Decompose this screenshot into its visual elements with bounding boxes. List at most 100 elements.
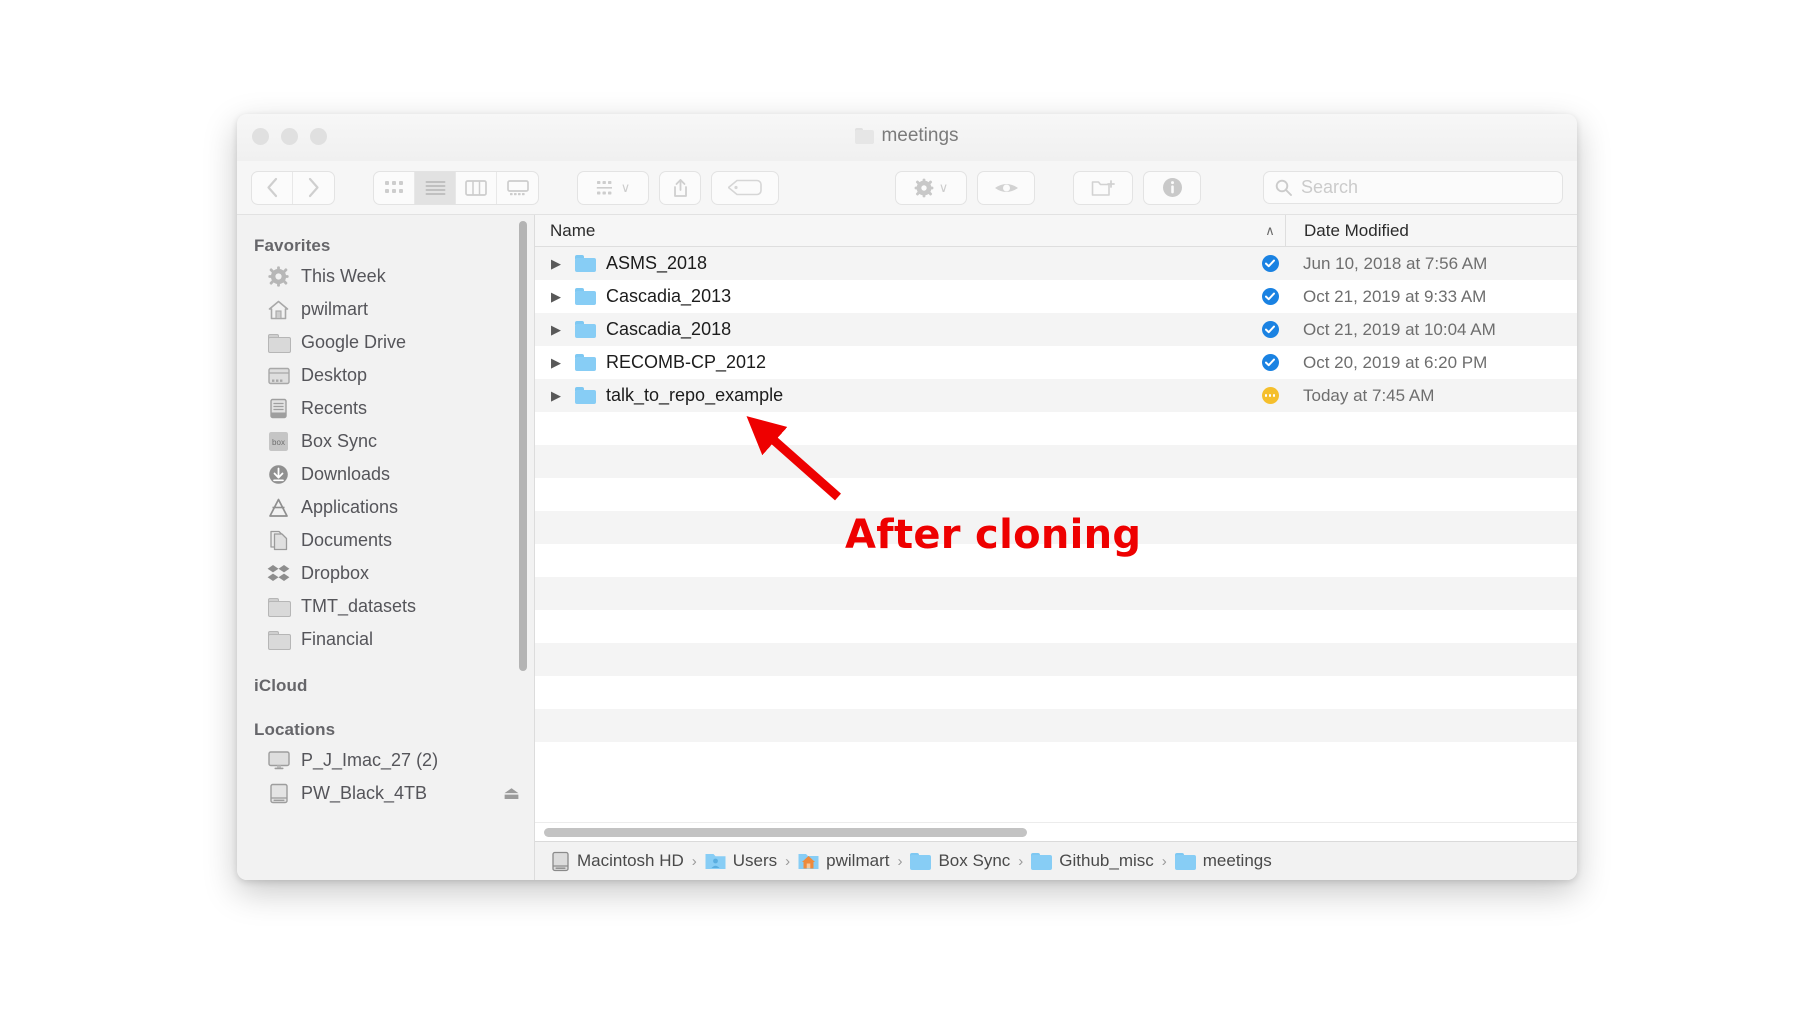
breadcrumb-macintosh-hd[interactable]: Macintosh HD: [551, 851, 684, 872]
sidebar-item-label: TMT_datasets: [301, 596, 417, 616]
folder-icon: [910, 852, 932, 870]
synced-check-icon: [1261, 255, 1279, 272]
chevron-right-icon: ›: [1018, 852, 1024, 870]
info-button[interactable]: [1143, 170, 1201, 205]
disclosure-triangle-icon[interactable]: ▶: [551, 356, 565, 369]
empty-row: [535, 412, 1577, 445]
breadcrumb-github-misc[interactable]: Github_misc: [1031, 851, 1154, 871]
forward-button[interactable]: [293, 172, 334, 204]
column-header-date-modified[interactable]: Date Modified: [1285, 215, 1577, 246]
date-modified: Oct 20, 2019 at 6:20 PM: [1303, 352, 1488, 372]
sidebar-item-label: Google Drive: [301, 332, 407, 352]
sidebar-item-financial[interactable]: Financial: [237, 623, 534, 656]
empty-row: [535, 676, 1577, 709]
sidebar-item-documents[interactable]: Documents: [237, 524, 534, 557]
box-icon: box: [267, 430, 290, 453]
table-row[interactable]: ▶ talk_to_repo_example Today at 7:45 AM: [535, 379, 1577, 412]
window-titlebar[interactable]: meetings: [237, 114, 1577, 161]
empty-row: [535, 610, 1577, 643]
tag-button[interactable]: [711, 170, 779, 205]
icon-view-button[interactable]: [374, 171, 415, 204]
folder-icon: [1174, 852, 1196, 870]
gallery-view-button[interactable]: [497, 172, 538, 204]
action-menu-button[interactable]: ∨: [895, 170, 967, 205]
desktop-icon: [267, 364, 290, 387]
search-placeholder: Search: [1301, 177, 1359, 197]
folder-icon: [267, 595, 291, 618]
breadcrumb-users[interactable]: Users: [705, 851, 777, 871]
horizontal-scroll-area: [535, 822, 1577, 841]
disclosure-triangle-icon[interactable]: ▶: [551, 290, 565, 303]
table-row[interactable]: ▶ RECOMB-CP_2012 Oct 20, 2019 at 6:20 PM: [535, 346, 1577, 379]
breadcrumb-pwilmart[interactable]: pwilmart: [798, 851, 889, 871]
folder-icon: [575, 321, 596, 338]
file-name: ASMS_2018: [606, 253, 708, 273]
column-view-button[interactable]: [456, 171, 497, 204]
table-row[interactable]: ▶ Cascadia_2013 Oct 21, 2019 at 9:33 AM: [535, 280, 1577, 313]
sidebar-item-downloads[interactable]: Downloads: [237, 458, 534, 491]
table-row[interactable]: ▶ ASMS_2018 Jun 10, 2018 at 7:56 AM: [535, 247, 1577, 280]
sidebar-item-box-sync[interactable]: box Box Sync: [237, 425, 534, 458]
date-modified: Oct 21, 2019 at 10:04 AM: [1303, 319, 1496, 339]
sidebar-item-recents[interactable]: Recents: [237, 392, 534, 425]
annotation-label: After cloning: [845, 512, 1142, 558]
sidebar-item-pw-black-4tb[interactable]: PW_Black_4TB ⏏: [237, 777, 534, 810]
downloads-icon: [267, 463, 290, 486]
disclosure-triangle-icon[interactable]: ▶: [551, 257, 565, 270]
row-name-cell[interactable]: ▶ Cascadia_2013: [535, 286, 1255, 307]
table-row[interactable]: ▶ Cascadia_2018 Oct 21, 2019 at 10:04 AM: [535, 313, 1577, 346]
group-by-button[interactable]: ∨: [577, 170, 649, 205]
sidebar-item-this-week[interactable]: This Week: [237, 260, 534, 293]
breadcrumb-box-sync[interactable]: Box Sync: [910, 851, 1010, 871]
sync-status-badge: [1255, 288, 1285, 305]
back-button[interactable]: [252, 171, 293, 204]
file-name: talk_to_repo_example: [606, 385, 784, 405]
sidebar-item-dropbox[interactable]: Dropbox: [237, 557, 534, 590]
svg-text:box: box: [272, 438, 285, 447]
sort-ascending-icon[interactable]: ∧: [1255, 223, 1285, 239]
column-header-date-label: Date Modified: [1304, 220, 1409, 240]
disclosure-triangle-icon[interactable]: ▶: [551, 323, 565, 336]
sidebar-item-label: This Week: [301, 266, 386, 286]
horizontal-scrollbar[interactable]: [544, 827, 1027, 837]
breadcrumb-label: Github_misc: [1059, 851, 1154, 870]
column-headers: Name ∧ Date Modified: [535, 215, 1577, 247]
sidebar-item-desktop[interactable]: Desktop: [237, 359, 534, 392]
chevron-right-icon: ›: [1161, 852, 1167, 870]
sync-status-badge: [1255, 387, 1285, 404]
row-name-cell[interactable]: ▶ Cascadia_2018: [535, 319, 1255, 340]
breadcrumb-label: Users: [732, 851, 778, 870]
applications-icon: [267, 496, 290, 519]
search-field[interactable]: Search: [1263, 171, 1563, 204]
row-name-cell[interactable]: ▶ RECOMB-CP_2012: [535, 352, 1255, 373]
column-header-name[interactable]: Name: [535, 221, 1255, 241]
window-title-text: meetings: [881, 125, 959, 146]
new-folder-button[interactable]: [1073, 170, 1133, 205]
sidebar-item-tmt-datasets[interactable]: TMT_datasets: [237, 590, 534, 623]
pending-sync-icon: [1261, 387, 1279, 404]
sidebar-scrollbar[interactable]: [519, 221, 527, 671]
imac-icon: [267, 749, 290, 772]
path-bar: Macintosh HD › Users › pwilmart › Box Sy…: [535, 841, 1577, 880]
documents-icon: [267, 529, 290, 552]
share-button[interactable]: [659, 170, 701, 205]
folder-icon: [575, 288, 596, 305]
sidebar-item-google-drive[interactable]: Google Drive: [237, 326, 534, 359]
synced-check-icon: [1261, 288, 1279, 305]
list-view-button[interactable]: [415, 171, 456, 204]
breadcrumb-label: meetings: [1202, 851, 1272, 870]
external-drive-icon: [267, 782, 290, 805]
date-modified: Oct 21, 2019 at 9:33 AM: [1303, 286, 1487, 306]
date-modified: Today at 7:45 AM: [1303, 385, 1435, 405]
eject-icon[interactable]: ⏏: [503, 783, 520, 804]
quicklook-button[interactable]: [977, 170, 1035, 205]
empty-row: [535, 478, 1577, 511]
row-name-cell[interactable]: ▶ talk_to_repo_example: [535, 385, 1255, 406]
sidebar-item-p-j-imac-27[interactable]: P_J_Imac_27 (2): [237, 744, 534, 777]
sidebar-item-applications[interactable]: Applications: [237, 491, 534, 524]
disclosure-triangle-icon[interactable]: ▶: [551, 389, 565, 402]
row-name-cell[interactable]: ▶ ASMS_2018: [535, 253, 1255, 274]
sidebar-item-pwilmart[interactable]: pwilmart: [237, 293, 534, 326]
file-name: RECOMB-CP_2012: [606, 352, 767, 372]
breadcrumb-meetings[interactable]: meetings: [1174, 851, 1272, 871]
